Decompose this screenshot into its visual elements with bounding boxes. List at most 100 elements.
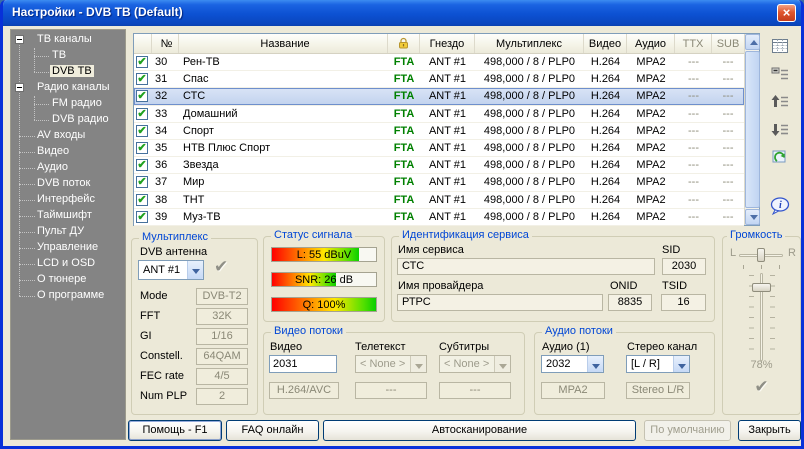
sidebar-item-lcd-osd[interactable]: LCD и OSD: [11, 256, 125, 272]
channel-checkbox[interactable]: ✔: [136, 176, 148, 188]
volume-percent: 78%: [723, 359, 800, 371]
channel-info-button[interactable]: i: [767, 193, 793, 219]
sidebar-item-timeshift[interactable]: Таймшифт: [11, 208, 125, 224]
header-sub[interactable]: SUB: [712, 34, 744, 53]
header-video[interactable]: Видео: [584, 34, 627, 53]
header-checkbox[interactable]: [134, 34, 152, 53]
teletext-label: Телетекст: [355, 341, 406, 353]
balance-slider-thumb[interactable]: [757, 248, 765, 262]
titlebar[interactable]: Настройки - DVB ТВ (Default) ×: [3, 0, 801, 26]
audio-pid-select[interactable]: 2032: [541, 355, 604, 373]
group-title: Статус сигнала: [271, 229, 355, 241]
header-socket[interactable]: Гнездо: [420, 34, 475, 53]
video-pid-input[interactable]: 2031: [269, 355, 337, 373]
sidebar-item-about-program[interactable]: О программе: [11, 288, 125, 304]
sidebar-item-video[interactable]: Видео: [11, 144, 125, 160]
table-header[interactable]: № Название Гнездо Мультиплекс Видео Ауди…: [134, 34, 744, 54]
channel-checkbox[interactable]: ✔: [136, 159, 148, 171]
cell-video: H.264: [584, 73, 627, 85]
cell-name: Звезда: [179, 159, 388, 171]
close-icon: ×: [783, 5, 791, 20]
svg-text:i: i: [779, 200, 782, 211]
header-audio[interactable]: Аудио: [627, 34, 675, 53]
channel-checkbox[interactable]: ✔: [136, 90, 148, 102]
sidebar-item-label: Видео: [37, 145, 69, 157]
channel-checkbox[interactable]: ✔: [136, 142, 148, 154]
faq-button[interactable]: FAQ онлайн: [226, 420, 319, 441]
sidebar-item-control[interactable]: Управление: [11, 240, 125, 256]
table-row[interactable]: ✔ 31 Спас FTA ANT #1 498,000 / 8 / PLP0 …: [134, 71, 744, 88]
channel-list-button[interactable]: [767, 33, 793, 59]
audio-streams-group: Аудио потоки Аудио (1) 2032 MPA2 Стерео …: [534, 332, 715, 415]
sidebar-item-av-inputs[interactable]: AV входы: [11, 128, 125, 144]
table-row[interactable]: ✔ 36 Звезда FTA ANT #1 498,000 / 8 / PLP…: [134, 157, 744, 174]
cell-ttx: ---: [675, 142, 712, 154]
chevron-down-icon[interactable]: [673, 356, 689, 372]
table-row[interactable]: ✔ 34 Спорт FTA ANT #1 498,000 / 8 / PLP0…: [134, 123, 744, 140]
header-mux[interactable]: Мультиплекс: [475, 34, 584, 53]
sidebar-item-tv-channels[interactable]: ТВ каналы: [11, 32, 125, 48]
remove-channel-button[interactable]: [767, 61, 793, 87]
sidebar-item-remote[interactable]: Пульт ДУ: [11, 224, 125, 240]
antenna-select[interactable]: ANT #1: [138, 260, 204, 280]
autoscan-button[interactable]: Автосканирование: [323, 420, 636, 441]
defaults-button[interactable]: По умолчанию: [644, 420, 731, 441]
channel-checkbox[interactable]: ✔: [136, 211, 148, 223]
scroll-up-icon[interactable]: [745, 34, 760, 50]
teletext-select[interactable]: < None >: [355, 355, 427, 373]
move-channel-down-button[interactable]: [767, 117, 793, 143]
sidebar-item-fm-radio[interactable]: FM радио: [11, 96, 125, 112]
table-row[interactable]: ✔ 35 НТВ Плюс Спорт FTA ANT #1 498,000 /…: [134, 140, 744, 157]
table-row[interactable]: ✔ 33 Домашний FTA ANT #1 498,000 / 8 / P…: [134, 106, 744, 123]
cell-mux: 498,000 / 8 / PLP0: [475, 125, 584, 137]
table-row[interactable]: ✔ 38 ТНТ FTA ANT #1 498,000 / 8 / PLP0 H…: [134, 192, 744, 209]
sidebar-item-label: О программе: [37, 289, 104, 301]
sidebar-item-dvb-radio[interactable]: DVB радио: [11, 112, 125, 128]
scroll-down-icon[interactable]: [745, 209, 760, 225]
sidebar-item-radio-channels[interactable]: Радио каналы: [11, 80, 125, 96]
sidebar-item-about-tuner[interactable]: О тюнере: [11, 272, 125, 288]
subtitles-select[interactable]: < None >: [439, 355, 511, 373]
channel-checkbox[interactable]: ✔: [136, 56, 148, 68]
channel-checkbox[interactable]: ✔: [136, 108, 148, 120]
header-ttx[interactable]: TTX: [675, 34, 712, 53]
mute-check-icon[interactable]: ✔: [723, 377, 800, 397]
cell-socket: ANT #1: [420, 73, 475, 85]
stereo-select[interactable]: [L / R]: [626, 355, 690, 373]
table-row[interactable]: ✔ 30 Рен-ТВ FTA ANT #1 498,000 / 8 / PLP…: [134, 54, 744, 71]
help-button[interactable]: Помощь - F1: [128, 420, 222, 441]
close-button[interactable]: ×: [777, 4, 796, 22]
rescan-channels-button[interactable]: [767, 145, 793, 171]
cell-video: H.264: [584, 56, 627, 68]
close-window-button[interactable]: Закрыть: [738, 420, 801, 441]
cell-num: 38: [152, 194, 179, 206]
channel-checkbox[interactable]: ✔: [136, 194, 148, 206]
table-scrollbar[interactable]: [744, 34, 759, 225]
sidebar-item-dvb-tv[interactable]: DVB ТВ: [11, 64, 125, 80]
cell-ttx: ---: [675, 125, 712, 137]
header-name[interactable]: Название: [179, 34, 388, 53]
collapse-icon[interactable]: [15, 83, 24, 92]
chevron-down-icon[interactable]: [187, 261, 203, 279]
channel-checkbox[interactable]: ✔: [136, 125, 148, 137]
sidebar-item-interface[interactable]: Интерфейс: [11, 192, 125, 208]
table-row[interactable]: ✔ 39 Муз-ТВ FTA ANT #1 498,000 / 8 / PLP…: [134, 209, 744, 226]
table-row[interactable]: ✔ 37 Мир FTA ANT #1 498,000 / 8 / PLP0 H…: [134, 174, 744, 191]
scrollbar-thumb[interactable]: [745, 51, 760, 208]
move-channel-up-button[interactable]: [767, 89, 793, 115]
sidebar-item-dvb-stream[interactable]: DVB поток: [11, 176, 125, 192]
collapse-icon[interactable]: [15, 35, 24, 44]
apply-antenna-icon[interactable]: ✔: [214, 257, 228, 277]
gi-value: 1/16: [196, 328, 248, 345]
cell-sub: ---: [712, 176, 744, 188]
table-row-selected[interactable]: ✔ 32 СТС FTA ANT #1 498,000 / 8 / PLP0 H…: [134, 88, 744, 105]
cell-access: FTA: [388, 211, 420, 223]
chevron-down-icon[interactable]: [587, 356, 603, 372]
sidebar-item-audio[interactable]: Аудио: [11, 160, 125, 176]
header-access[interactable]: [388, 34, 420, 53]
sidebar-item-tv[interactable]: ТВ: [11, 48, 125, 64]
list-move-up-icon: [770, 92, 790, 112]
channel-checkbox[interactable]: ✔: [136, 73, 148, 85]
volume-slider-thumb[interactable]: [752, 283, 771, 292]
header-num[interactable]: №: [152, 34, 179, 53]
